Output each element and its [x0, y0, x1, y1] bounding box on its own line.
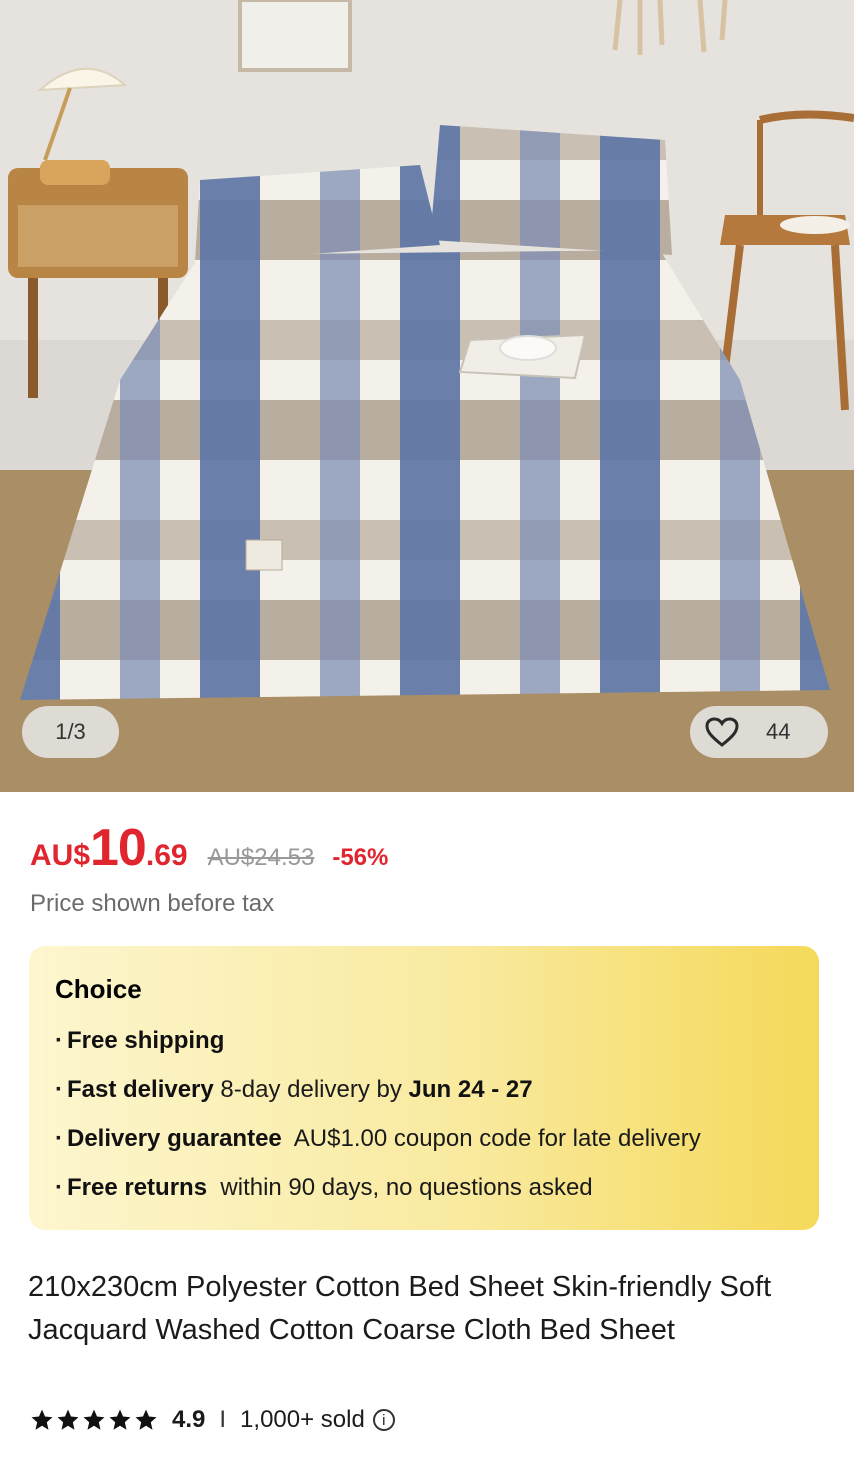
wishlist-button[interactable]: 44 [690, 706, 828, 758]
info-icon[interactable]: i [372, 1409, 395, 1431]
star-icon [135, 1409, 157, 1430]
rating-separator: I [219, 1406, 227, 1433]
benefit-label: Delivery guarantee [67, 1125, 282, 1152]
star-icon [31, 1409, 53, 1430]
benefit-fast-delivery: · Fast delivery 8-day delivery by Jun 24 … [55, 1076, 533, 1103]
benefit-text: 8-day delivery by [213, 1076, 409, 1103]
benefit-label: Free returns [67, 1174, 208, 1201]
product-image-gallery[interactable]: 1/3 44 [0, 0, 854, 792]
sold-count: 1,000+ sold [240, 1406, 365, 1433]
price-decimal: .69 [145, 839, 188, 872]
price-integer: 10 [90, 819, 147, 877]
star-icon [83, 1409, 105, 1430]
choice-title: Choice [55, 974, 142, 1004]
product-title: 210x230cm Polyester Cotton Bed Sheet Ski… [28, 1271, 772, 1346]
benefit-delivery-guarantee: · Delivery guarantee AU$1.00 coupon code … [55, 1125, 701, 1152]
likes-count: 44 [766, 719, 791, 744]
rating-value: 4.9 [172, 1406, 206, 1433]
benefit-text: AU$1.00 coupon code for late delivery [281, 1125, 701, 1152]
delivery-date: Jun 24 - 27 [408, 1076, 533, 1103]
heart-outline-icon [705, 717, 739, 747]
benefit-free-returns: · Free returns within 90 days, no questio… [55, 1174, 593, 1201]
star-icon [57, 1409, 79, 1430]
discount-badge: -56% [332, 844, 389, 871]
rating-row[interactable]: 4.9 I 1,000+ sold i [30, 1406, 395, 1434]
benefit-text: within 90 days, no questions asked [207, 1174, 593, 1201]
choice-benefits-card[interactable]: Choice · Free shipping · Fast delivery 8-d… [29, 946, 819, 1230]
image-counter: 1/3 [22, 706, 119, 758]
original-price: AU$24.53 [207, 844, 315, 871]
tax-note: Price shown before tax [30, 890, 275, 917]
benefit-label: Free shipping [67, 1027, 225, 1054]
benefit-free-shipping: · Free shipping [55, 1027, 225, 1054]
star-icon [109, 1409, 131, 1430]
star-rating [30, 1408, 158, 1432]
product-image [0, 0, 854, 792]
price-currency: AU$ [30, 839, 91, 872]
benefit-label: Fast delivery [67, 1076, 214, 1103]
price-row: AU$ 10 .69 AU$24.53 -56% [30, 818, 388, 878]
